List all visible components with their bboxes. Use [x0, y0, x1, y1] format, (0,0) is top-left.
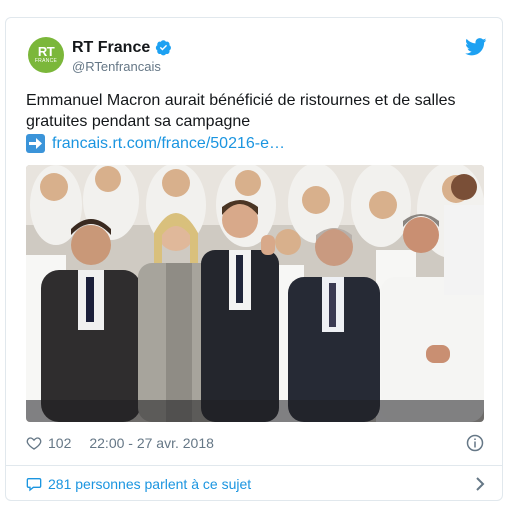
avatar-logo-subtext: FRANCE: [34, 57, 58, 64]
tweet-photo[interactable]: [26, 165, 484, 422]
group-photo-image: [26, 165, 484, 422]
conversation-count[interactable]: 281 personnes parlent à ce sujet: [48, 476, 251, 492]
tweet-meta: 102 22:00 - 27 avr. 2018: [26, 430, 484, 456]
like-count[interactable]: 102: [48, 435, 71, 451]
chevron-right-icon[interactable]: [474, 477, 486, 491]
heart-icon[interactable]: [26, 435, 42, 451]
account-names: RT France @RTenfrancais: [72, 38, 172, 76]
verified-badge-icon: [156, 40, 172, 56]
comment-bubble-icon: [26, 477, 42, 491]
right-arrow-icon: [26, 134, 45, 153]
avatar-logo-text: RT: [37, 43, 55, 59]
tweet-link[interactable]: francais.rt.com/france/50216-e…: [52, 133, 285, 154]
tweet-timestamp[interactable]: 22:00 - 27 avr. 2018: [89, 435, 214, 451]
avatar[interactable]: RT FRANCE: [28, 37, 64, 73]
display-name-row[interactable]: RT France: [72, 38, 172, 57]
tweet-card: RT FRANCE RT France @RTenfrancais Emmanu…: [5, 17, 503, 501]
tweet-link-row: francais.rt.com/france/50216-e…: [26, 133, 486, 154]
tweet-text: Emmanuel Macron aurait bénéficié de rist…: [26, 92, 456, 130]
tweet-body: Emmanuel Macron aurait bénéficié de rist…: [26, 90, 486, 154]
account-handle[interactable]: @RTenfrancais: [72, 58, 172, 76]
info-icon[interactable]: [466, 434, 484, 452]
conversation-footer[interactable]: 281 personnes parlent à ce sujet: [6, 466, 502, 501]
display-name[interactable]: RT France: [72, 38, 150, 57]
twitter-bird-icon[interactable]: [465, 38, 487, 56]
tweet-header: RT FRANCE RT France @RTenfrancais: [6, 18, 502, 82]
